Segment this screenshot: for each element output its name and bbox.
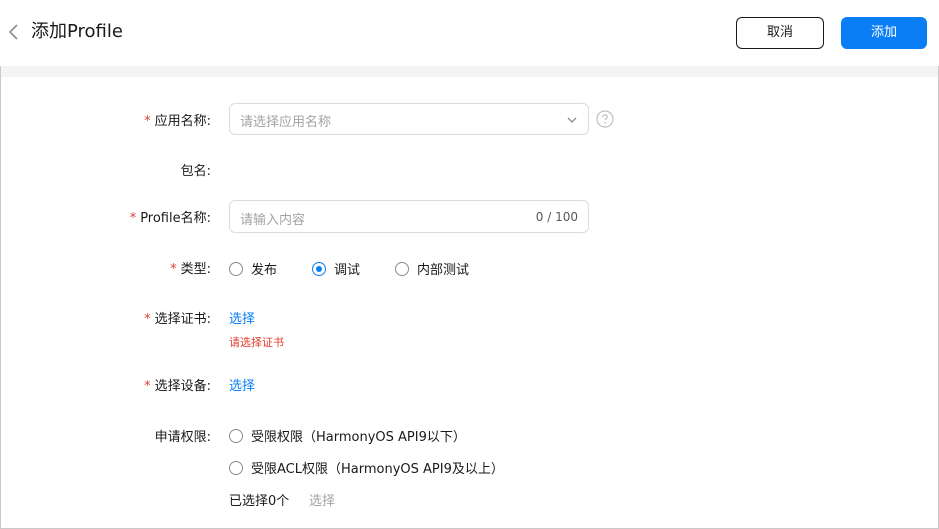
type-radio-internal-test[interactable]: 内部测试: [395, 259, 469, 278]
help-circle-icon[interactable]: [596, 110, 614, 128]
radio-circle: [229, 428, 243, 443]
page-header: 添加Profile 取消 添加: [0, 0, 939, 66]
permission-option-restricted[interactable]: 受限权限（HarmonyOS API9以下）: [229, 426, 466, 445]
radio-circle: [229, 460, 243, 475]
radio-circle-checked: [312, 261, 326, 276]
type-radio-debug[interactable]: 调试: [312, 259, 360, 278]
certificate-error-text: 请选择证书: [229, 336, 284, 349]
permissions-label: 申请权限:: [154, 430, 211, 445]
radio-circle: [395, 261, 409, 276]
required-mark: *: [129, 211, 137, 226]
add-button[interactable]: 添加: [841, 17, 927, 49]
header-divider-band: [1, 66, 938, 77]
device-label: * 选择设备:: [144, 379, 211, 394]
page-title: 添加Profile: [31, 21, 123, 42]
profile-name-label: * Profile名称:: [129, 211, 211, 226]
type-radio-release[interactable]: 发布: [229, 259, 277, 278]
dropdown-chevron-icon: [567, 117, 577, 123]
select-certificate-link[interactable]: 选择: [229, 308, 255, 327]
required-mark: *: [144, 114, 151, 129]
profile-name-placeholder: 请输入内容: [240, 213, 306, 228]
required-mark: *: [144, 312, 151, 327]
select-permissions-link[interactable]: 选择: [309, 490, 335, 509]
certificate-label: * 选择证书:: [144, 312, 211, 327]
radio-circle: [229, 261, 243, 276]
back-chevron-icon[interactable]: [6, 22, 22, 42]
required-mark: *: [144, 379, 151, 394]
package-label: 包名:: [180, 164, 211, 179]
app-name-select[interactable]: 请选择应用名称: [229, 103, 589, 135]
app-name-placeholder: 请选择应用名称: [240, 115, 332, 130]
select-device-link[interactable]: 选择: [229, 375, 255, 394]
selected-count-text: 已选择0个: [229, 494, 290, 509]
profile-name-input[interactable]: 请输入内容 0 / 100: [229, 200, 589, 233]
cancel-button[interactable]: 取消: [736, 17, 824, 49]
type-label: * 类型:: [170, 262, 211, 277]
permission-option-restricted-acl[interactable]: 受限ACL权限（HarmonyOS API9及以上）: [229, 458, 504, 477]
app-name-label: * 应用名称:: [144, 114, 211, 129]
char-counter: 0 / 100: [535, 210, 578, 224]
required-mark: *: [170, 262, 177, 277]
